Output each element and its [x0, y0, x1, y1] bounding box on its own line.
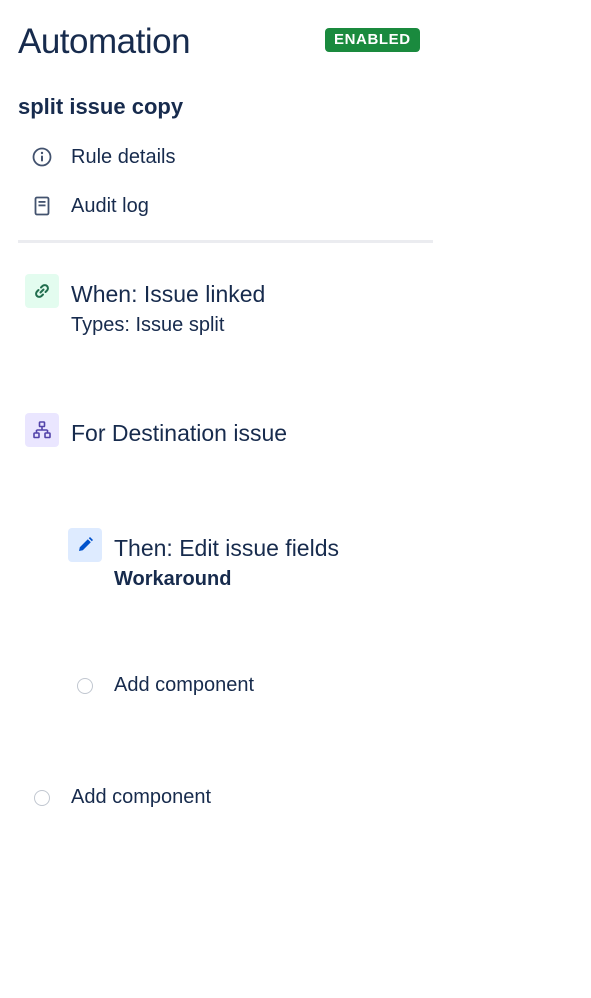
nav-item-label: Rule details	[71, 146, 176, 168]
info-icon	[30, 145, 54, 169]
trigger-subtitle: Types: Issue split	[71, 314, 225, 336]
link-icon	[25, 274, 59, 308]
branch-step[interactable]: For Destination issue	[25, 413, 475, 473]
trigger-title: When: Issue linked	[71, 281, 266, 307]
status-badge: ENABLED	[325, 28, 420, 52]
add-component-circle-icon	[77, 678, 93, 694]
add-component-label: Add component	[114, 674, 255, 696]
header: Automation ENABLED	[18, 18, 433, 68]
branch-icon	[25, 413, 59, 447]
trigger-step[interactable]: When: Issue linked Types: Issue split	[25, 274, 475, 336]
branch-title: For Destination issue	[71, 420, 288, 446]
pencil-icon	[68, 528, 102, 562]
add-component-label: Add component	[71, 786, 212, 808]
add-component-button[interactable]: Add component	[34, 784, 334, 814]
action-title: Then: Edit issue fields	[114, 535, 340, 561]
nav-item-label: Audit log	[71, 195, 149, 217]
add-component-branch-button[interactable]: Add component	[77, 672, 377, 702]
document-icon	[30, 194, 54, 218]
add-component-circle-icon	[34, 790, 50, 806]
nav-item-rule-details[interactable]: Rule details	[30, 142, 430, 172]
action-subtitle: Workaround	[114, 568, 232, 590]
nav-item-audit-log[interactable]: Audit log	[30, 191, 430, 221]
page-title: Automation	[18, 22, 191, 61]
action-step[interactable]: Then: Edit issue fields Workaround	[68, 528, 518, 590]
rule-name: split issue copy	[18, 94, 184, 119]
divider	[18, 240, 433, 243]
